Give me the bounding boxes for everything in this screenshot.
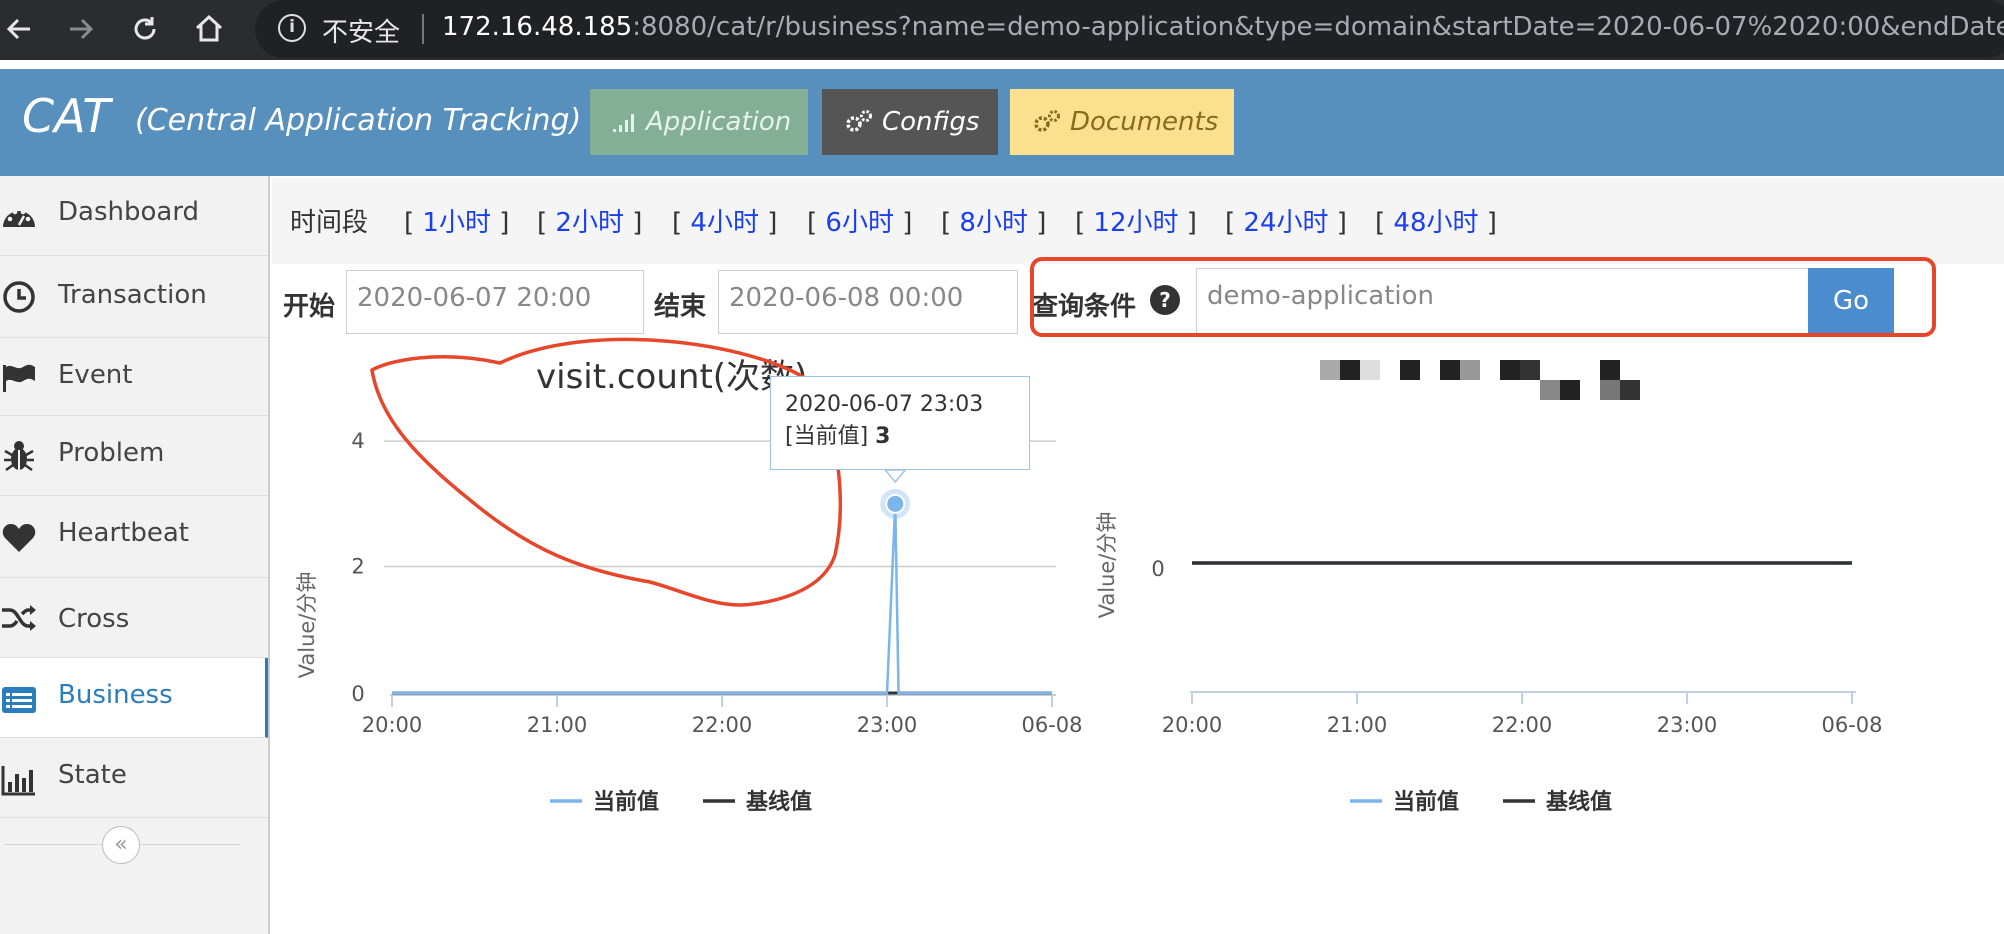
sidebar-item-business[interactable]: Business — [0, 658, 268, 738]
documents-label: Documents — [1070, 107, 1219, 137]
sidebar-item-label: Problem — [58, 438, 165, 468]
range-link-8h[interactable]: [ 8小时 ] — [941, 202, 1046, 239]
sidebar-item-transaction[interactable]: Transaction — [0, 256, 268, 338]
legend-label: 当前值 — [1393, 789, 1459, 815]
browser-toolbar: i 不安全 172.16.48.185:8080/cat/r/business?… — [0, 0, 2004, 60]
sidebar-item-state[interactable]: State — [0, 738, 268, 818]
url-text[interactable]: 172.16.48.185:8080/cat/r/business?name=d… — [442, 12, 2004, 42]
collapse-sidebar-button[interactable]: « — [102, 826, 140, 864]
signal-bars-icon — [612, 111, 638, 133]
x-tick-label: 23:00 — [1657, 713, 1718, 737]
tooltip-value-line: [当前值] 3 — [785, 421, 1015, 453]
security-label: 不安全 — [322, 18, 401, 48]
range-link-2h[interactable]: [ 2小时 ] — [537, 202, 642, 239]
sidebar-item-cross[interactable]: Cross — [0, 578, 268, 658]
sidebar-item-label: Heartbeat — [58, 518, 189, 548]
end-label: 结束 — [654, 292, 707, 322]
x-tick-label: 21:00 — [527, 713, 588, 737]
back-arrow-icon[interactable] — [2, 12, 36, 46]
x-tick-label: 20:00 — [362, 713, 423, 737]
home-icon[interactable] — [192, 12, 226, 46]
application-label: Application — [646, 107, 792, 137]
x-tick-label: 23:00 — [857, 713, 918, 737]
application-button[interactable]: Application — [590, 89, 808, 155]
app-header: CAT (Central Application Tracking) Appli… — [0, 69, 2004, 176]
list-icon — [0, 682, 38, 718]
url-host: 172.16.48.185 — [442, 12, 633, 42]
forward-arrow-icon[interactable] — [64, 12, 98, 46]
legend-label: 基线值 — [746, 789, 812, 815]
chart-baseline: Value/分钟 0 20:00 21:00 22:00 23:00 06-08 当前值… — [1080, 350, 1900, 824]
time-range-label: 时间段 — [290, 208, 369, 238]
info-icon[interactable]: i — [278, 14, 306, 42]
sidebar-item-label: Event — [58, 360, 133, 390]
x-tick-label: 06-08 — [1821, 713, 1882, 737]
time-range-bar: 时间段 [ 1小时 ] [ 2小时 ] [ 4小时 ] [ 6小时 ] [ 8小… — [272, 178, 2004, 264]
sidebar-item-label: Transaction — [58, 280, 207, 310]
clock-icon — [0, 279, 38, 315]
chart-title: visit.count(次数) — [536, 357, 807, 397]
sidebar-item-label: State — [58, 760, 127, 790]
sidebar-item-dashboard[interactable]: Dashboard — [0, 176, 268, 256]
x-tick-label: 06-08 — [1021, 713, 1082, 737]
y-axis-label: Value/分钟 — [1095, 512, 1119, 619]
flag-icon — [0, 360, 38, 396]
data-point-marker — [885, 493, 906, 514]
gears-icon — [844, 108, 874, 136]
sidebar-item-problem[interactable]: Problem — [0, 416, 268, 496]
x-tick-label: 22:00 — [1492, 713, 1553, 737]
x-tick-label: 22:00 — [692, 713, 753, 737]
url-path: :8080/cat/r/business?name=demo-applicati… — [632, 12, 2004, 42]
heart-icon — [0, 520, 38, 556]
bar-chart-icon — [0, 762, 38, 798]
y-tick-label: 0 — [351, 682, 364, 706]
range-link-4h[interactable]: [ 4小时 ] — [672, 202, 777, 239]
sidebar-item-label: Dashboard — [58, 197, 200, 227]
sidebar: Dashboard Transaction Event Problem Hear… — [0, 176, 270, 934]
configs-button[interactable]: Configs — [822, 89, 998, 155]
series-line-current — [392, 503, 1052, 695]
shuffle-icon — [0, 600, 38, 636]
configs-label: Configs — [882, 107, 980, 137]
range-link-12h[interactable]: [ 12小时 ] — [1075, 202, 1197, 239]
documents-button[interactable]: Documents — [1010, 89, 1234, 155]
brand-subtitle: (Central Application Tracking) — [135, 103, 582, 138]
tooltip-label: [当前值] — [785, 424, 869, 449]
sidebar-item-event[interactable]: Event — [0, 338, 268, 416]
x-tick-label: 20:00 — [1162, 713, 1223, 737]
bug-icon — [0, 438, 38, 474]
sidebar-item-label: Business — [58, 680, 173, 710]
highlight-annotation-box — [1030, 257, 1936, 337]
legend-label: 当前值 — [593, 789, 659, 815]
chart-tooltip: 2020-06-07 23:03 [当前值] 3 — [770, 376, 1030, 470]
start-label: 开始 — [283, 292, 336, 322]
sidebar-item-heartbeat[interactable]: Heartbeat — [0, 496, 268, 578]
tooltip-pointer — [883, 469, 907, 484]
brand-logo[interactable]: CAT — [22, 89, 110, 143]
range-link-48h[interactable]: [ 48小时 ] — [1375, 202, 1497, 239]
tooltip-value: 3 — [875, 424, 891, 449]
end-date-input[interactable]: 2020-06-08 00:00 — [718, 270, 1018, 334]
y-tick-label: 0 — [1151, 557, 1164, 581]
gears-icon — [1032, 108, 1062, 136]
sidebar-item-label: Cross — [58, 604, 130, 634]
x-tick-label: 21:00 — [1327, 713, 1388, 737]
y-tick-label: 2 — [351, 555, 364, 579]
dashboard-icon — [0, 198, 38, 234]
tooltip-time: 2020-06-07 23:03 — [785, 392, 984, 417]
reload-icon[interactable] — [128, 12, 162, 46]
url-separator — [422, 14, 424, 44]
range-link-24h[interactable]: [ 24小时 ] — [1225, 202, 1347, 239]
start-date-input[interactable]: 2020-06-07 20:00 — [346, 270, 644, 334]
range-link-6h[interactable]: [ 6小时 ] — [807, 202, 912, 239]
y-axis-label: Value/分钟 — [295, 572, 319, 679]
legend-label: 基线值 — [1546, 789, 1612, 815]
y-tick-label: 4 — [351, 429, 364, 453]
range-link-1h[interactable]: [ 1小时 ] — [404, 202, 509, 239]
